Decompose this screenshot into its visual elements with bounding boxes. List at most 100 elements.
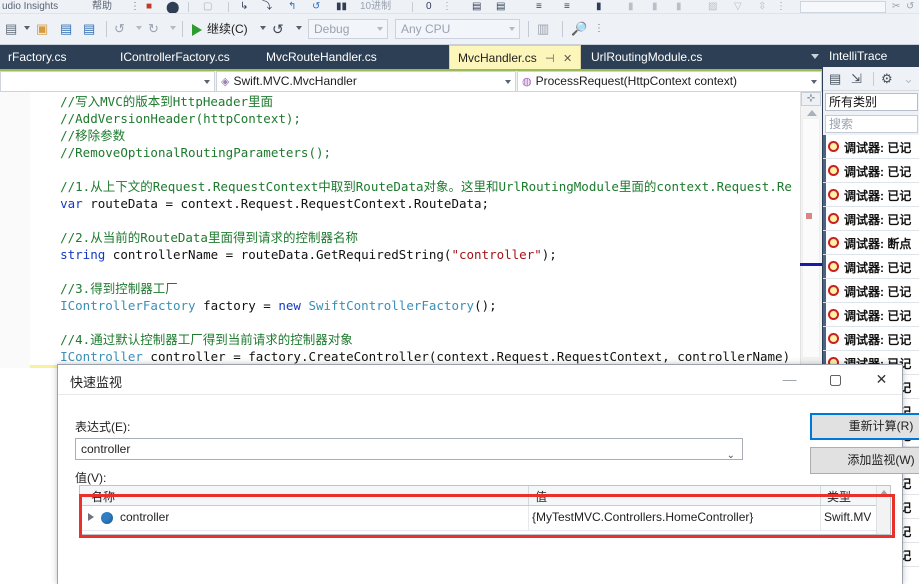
- new-item-icon[interactable]: ▤: [5, 21, 17, 37]
- chevron-down-icon[interactable]: [505, 80, 511, 84]
- stop-icon[interactable]: ■: [146, 1, 152, 13]
- code-editor[interactable]: //写入MVC的版本到HttpHeader里面 //AddVersionHead…: [0, 92, 822, 368]
- step-out-icon[interactable]: ↰: [288, 1, 296, 13]
- continue-chevron-down-icon[interactable]: [260, 26, 266, 30]
- box-icon[interactable]: ▢: [203, 1, 212, 13]
- tab-mvchandler[interactable]: MvcHandler.cs ⊣ ✕: [449, 45, 582, 69]
- tab-urlroutingmodule[interactable]: UrlRoutingModule.cs: [583, 45, 710, 69]
- continue-play-icon[interactable]: [192, 24, 202, 36]
- restart-chevron-down-icon[interactable]: [296, 26, 302, 30]
- column-resize-icon[interactable]: ⇳: [758, 1, 766, 13]
- intellitrace-event-row[interactable]: 调试器: 已记: [823, 207, 919, 231]
- intellitrace-category-select[interactable]: 所有类别: [825, 93, 918, 111]
- save-icon[interactable]: ▤: [60, 21, 72, 37]
- intellitrace-event-row[interactable]: 调试器: 已记: [823, 255, 919, 279]
- restart-icon[interactable]: ↺: [312, 1, 320, 13]
- disassembly-icon[interactable]: ▤: [496, 1, 505, 13]
- tab-rfactory[interactable]: rFactory.cs: [0, 45, 74, 69]
- grid-header-name[interactable]: 名称: [86, 488, 115, 505]
- tab-overflow-chevron-down-icon[interactable]: [811, 54, 819, 59]
- project-select[interactable]: [0, 71, 215, 92]
- chevron-down-icon[interactable]: [377, 27, 383, 31]
- bookmark-icon[interactable]: ▮: [596, 1, 602, 13]
- zero-icon[interactable]: 0: [426, 1, 432, 13]
- intellitrace-event-row[interactable]: 调试器: 已记: [823, 279, 919, 303]
- intellitrace-search-input[interactable]: 搜索: [825, 115, 918, 133]
- expander-icon[interactable]: [88, 513, 94, 521]
- call-stack-icon[interactable]: ⇲: [851, 71, 862, 87]
- expression-input[interactable]: controller ⌄: [75, 438, 743, 461]
- intellitrace-event-row[interactable]: 调试器: 已记: [823, 327, 919, 351]
- intellitrace-event-row[interactable]: 调试器: 已记: [823, 183, 919, 207]
- grid-header-value[interactable]: 值: [530, 488, 547, 505]
- intellitrace-event-row[interactable]: 调试器: 已记: [823, 135, 919, 159]
- undo-small-icon[interactable]: ↺: [906, 1, 914, 13]
- solution-platform-select[interactable]: Any CPU: [395, 19, 520, 39]
- solution-configuration-select[interactable]: Debug: [308, 19, 388, 39]
- editor-scroll-track[interactable]: [802, 118, 820, 358]
- find-icon[interactable]: ▨: [708, 1, 717, 13]
- redo-chevron-down-icon[interactable]: [170, 26, 176, 30]
- memory-icon[interactable]: ▤: [472, 1, 481, 13]
- redo-icon[interactable]: ↻: [148, 21, 159, 37]
- minimize-icon[interactable]: —: [767, 365, 812, 394]
- toolbar-overflow-icon[interactable]: ⋮: [776, 1, 786, 13]
- member-select[interactable]: ◍ ProcessRequest(HttpContext context): [517, 71, 822, 92]
- intellitrace-event-row[interactable]: 调试器: 已记: [823, 159, 919, 183]
- add-watch-button[interactable]: 添加监视(W): [810, 447, 919, 474]
- continue-button[interactable]: 继续(C): [207, 22, 248, 37]
- more-chevron-down-icon[interactable]: ⌄: [903, 71, 914, 87]
- tab-icontrollerfactory[interactable]: IControllerFactory.cs: [112, 45, 238, 69]
- undo-chevron-down-icon[interactable]: [136, 26, 142, 30]
- toolbar-overflow-icon[interactable]: ⋮: [594, 21, 604, 37]
- preview-icon[interactable]: ▥: [537, 21, 549, 37]
- align-icon[interactable]: ≡: [536, 1, 542, 13]
- type-select[interactable]: ◈ Swift.MVC.MvcHandler: [216, 71, 516, 92]
- quickwatch-grid[interactable]: 名称 值 类型 controller {MyTestMVC.Controller…: [79, 485, 891, 535]
- reevaluate-button[interactable]: 重新计算(R): [810, 413, 919, 440]
- bookmark-prev-icon[interactable]: ▮: [652, 1, 658, 13]
- overflow-dots-icon[interactable]: ⋮: [442, 1, 452, 13]
- code-text[interactable]: //写入MVC的版本到HttpHeader里面 //AddVersionHead…: [30, 92, 792, 368]
- scroll-up-icon[interactable]: [807, 110, 817, 116]
- filter-icon[interactable]: ▽: [734, 1, 742, 13]
- scroll-up-icon[interactable]: [880, 490, 888, 495]
- bookmark-next-icon[interactable]: ▮: [628, 1, 634, 13]
- step-over-icon[interactable]: ⤵: [262, 1, 272, 13]
- chevron-down-icon[interactable]: [811, 80, 817, 84]
- align2-icon[interactable]: ≡: [564, 1, 570, 13]
- open-file-icon[interactable]: ▣: [36, 21, 48, 37]
- threads-icon[interactable]: ▮▮: [336, 1, 347, 13]
- close-icon[interactable]: ✕: [859, 365, 904, 394]
- maximize-icon[interactable]: ▢: [813, 365, 858, 394]
- navigation-bar: ◈ Swift.MVC.MvcHandler ◍ ProcessRequest(Ht…: [0, 71, 822, 92]
- chevron-down-icon[interactable]: [509, 27, 515, 31]
- step-into-icon[interactable]: ↳: [240, 1, 248, 13]
- cut-icon[interactable]: ✂: [892, 1, 900, 13]
- undo-icon[interactable]: ↺: [114, 21, 125, 37]
- toolbar-search-box[interactable]: [800, 1, 886, 13]
- grid-vertical-scrollbar[interactable]: [876, 486, 890, 534]
- split-view-icon[interactable]: ⊹: [801, 92, 821, 106]
- chevron-down-icon[interactable]: ⌄: [727, 446, 735, 466]
- grid-header-type[interactable]: 类型: [822, 488, 851, 505]
- tab-mvcroutehandler[interactable]: MvcRouteHandler.cs: [258, 45, 385, 69]
- intellitrace-event-row[interactable]: 调试器: 断点: [823, 231, 919, 255]
- save-all-icon[interactable]: ▤: [83, 21, 95, 37]
- intellitrace-event-row[interactable]: 调试器: 已记: [823, 303, 919, 327]
- chevron-down-icon[interactable]: [204, 80, 210, 84]
- table-row[interactable]: controller {MyTestMVC.Controllers.HomeCo…: [80, 506, 890, 531]
- close-icon[interactable]: ✕: [563, 53, 572, 65]
- shield-icon[interactable]: ⬤: [166, 1, 179, 13]
- bookmark-clear-icon[interactable]: ▮: [676, 1, 682, 13]
- editor-gutter[interactable]: [0, 92, 30, 368]
- expander-icon[interactable]: ⋮: [130, 1, 140, 13]
- settings-gear-icon[interactable]: ⚙: [881, 71, 893, 87]
- find-window-icon[interactable]: 🔎: [571, 21, 587, 37]
- list-view-icon[interactable]: ▤: [829, 71, 841, 87]
- new-item-chevron-down-icon[interactable]: [24, 26, 30, 30]
- pin-icon[interactable]: ⊣: [545, 53, 555, 65]
- restart-debug-icon[interactable]: ↺: [272, 21, 284, 37]
